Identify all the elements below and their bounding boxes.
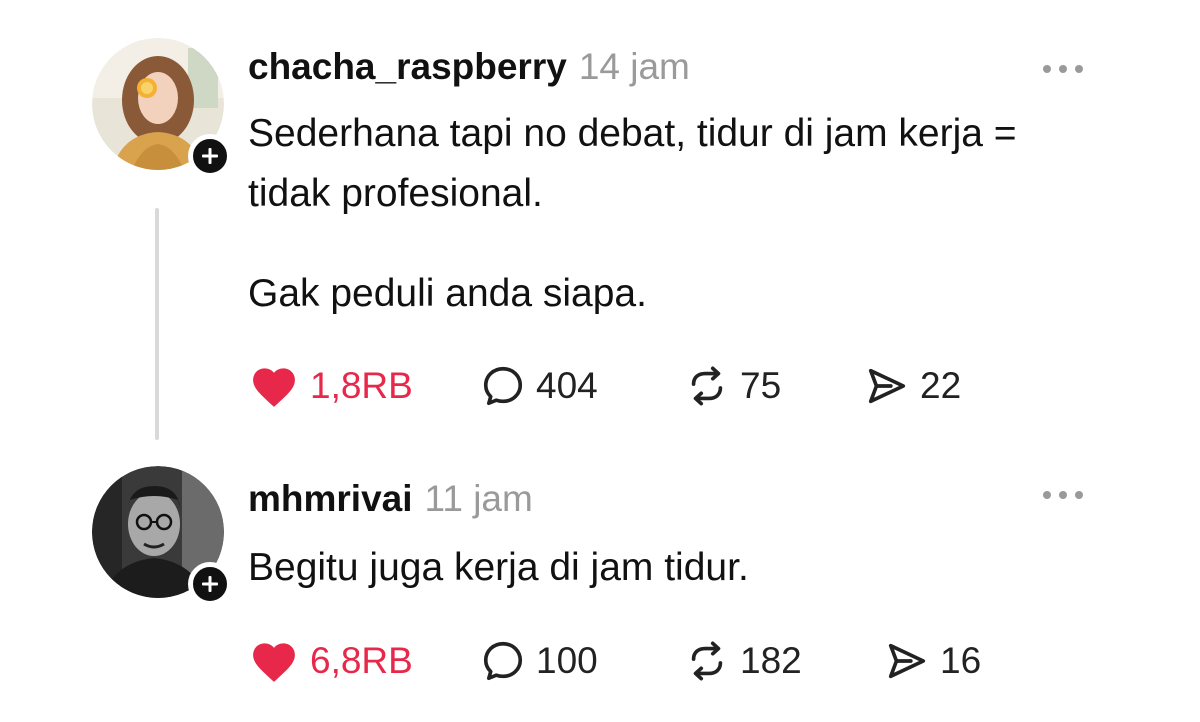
more-options-button[interactable] — [1038, 480, 1088, 510]
post-time: 14 jam — [578, 46, 690, 87]
comment-button[interactable]: 100 — [480, 635, 598, 687]
comment-button[interactable]: 404 — [480, 360, 598, 412]
like-button[interactable]: 6,8RB — [248, 635, 413, 687]
repost-button[interactable]: 182 — [684, 635, 802, 687]
heart-icon — [253, 368, 295, 407]
thread: chacha_raspberry 14 jam Sederhana tapi n… — [0, 0, 1200, 722]
comment-icon — [483, 366, 523, 406]
repost-count: 182 — [740, 640, 802, 681]
like-count: 1,8RB — [310, 365, 413, 406]
repost-icon — [691, 641, 723, 681]
post: mhmrivai 11 jam Begitu juga kerja di jam… — [0, 460, 1200, 722]
comment-icon — [483, 641, 523, 681]
repost-button[interactable]: 75 — [684, 360, 781, 412]
more-icon — [1043, 65, 1083, 73]
post-text: Begitu juga kerja di jam tidur. — [248, 546, 749, 589]
avatar-container — [92, 466, 232, 606]
heart-icon — [253, 643, 295, 682]
post-body: Sederhana tapi no debat, tidur di jam ke… — [248, 104, 1108, 324]
username[interactable]: chacha_raspberry — [248, 46, 567, 88]
post-body: Begitu juga kerja di jam tidur. — [248, 538, 1108, 598]
like-count: 6,8RB — [310, 640, 413, 681]
username[interactable]: mhmrivai — [248, 478, 413, 520]
more-options-button[interactable] — [1038, 54, 1088, 84]
post-actions: 6,8RB 100 182 16 — [248, 635, 1148, 687]
follow-button[interactable] — [188, 134, 232, 178]
plus-icon — [202, 576, 218, 592]
share-button[interactable]: 22 — [864, 360, 961, 412]
post-actions: 1,8RB 404 75 22 — [248, 360, 1148, 412]
repost-count: 75 — [740, 365, 782, 406]
follow-button[interactable] — [188, 562, 232, 606]
post-text: Gak peduli anda siapa. — [248, 272, 647, 315]
share-count: 22 — [920, 365, 962, 406]
like-button[interactable]: 1,8RB — [248, 360, 413, 412]
repost-icon — [691, 366, 723, 406]
more-icon — [1043, 491, 1083, 499]
post-header: chacha_raspberry 14 jam — [248, 46, 690, 88]
share-button[interactable]: 16 — [884, 635, 981, 687]
post-header: mhmrivai 11 jam — [248, 478, 533, 520]
share-icon — [888, 643, 926, 679]
post-text: Sederhana tapi no debat, tidur di jam ke… — [248, 112, 1017, 215]
share-count: 16 — [940, 640, 982, 681]
share-icon — [868, 368, 906, 404]
comment-count: 404 — [536, 365, 598, 406]
comment-count: 100 — [536, 640, 598, 681]
post-time: 11 jam — [424, 478, 533, 519]
plus-icon — [202, 148, 218, 164]
thread-line — [155, 208, 159, 440]
post: chacha_raspberry 14 jam Sederhana tapi n… — [0, 0, 1200, 460]
avatar-container — [92, 38, 232, 178]
